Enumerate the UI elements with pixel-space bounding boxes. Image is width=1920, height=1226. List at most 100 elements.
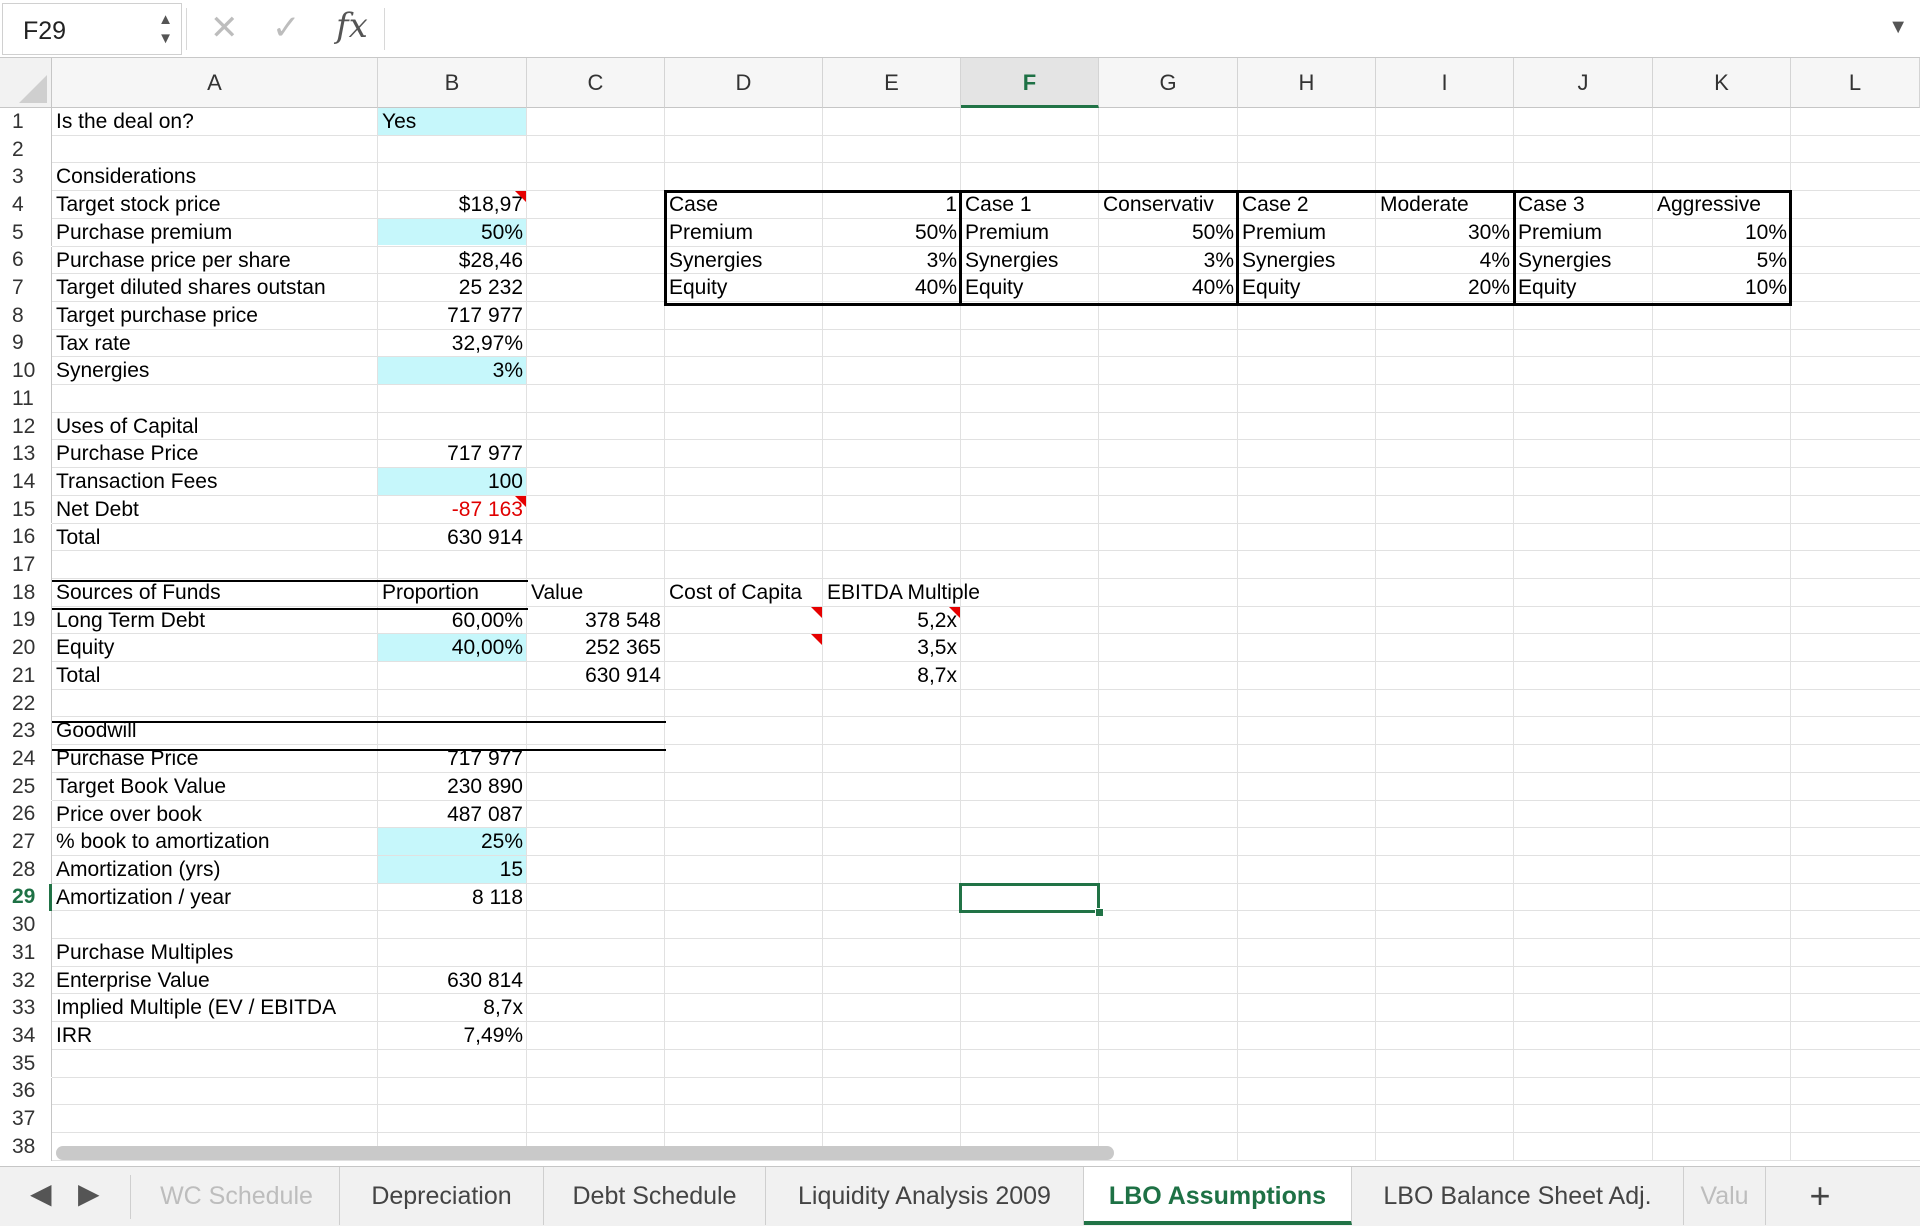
formula-input[interactable] [388, 6, 1868, 52]
cell-a34[interactable]: IRR [52, 1022, 378, 1050]
row-header-7[interactable]: 7 [0, 274, 52, 302]
cell-b19[interactable]: 60,00% [378, 607, 527, 635]
cell-c18[interactable]: Value [527, 579, 665, 607]
sheet-tab-6[interactable]: Valu [1684, 1167, 1766, 1225]
comment-indicator-icon[interactable] [811, 606, 822, 618]
selected-cell-f29[interactable] [959, 882, 1104, 918]
column-header-l[interactable]: L [1791, 58, 1920, 108]
sheet-tab-5[interactable]: LBO Balance Sheet Adj. [1352, 1167, 1684, 1225]
spreadsheet-grid[interactable]: ABCDEFGHIJKL 1 2 3 4 5 6 7 8 9 10 11 12 13 14 15 16 17 18… [0, 58, 1920, 1166]
cell-a5[interactable]: Purchase premium [52, 219, 378, 247]
row-header-11[interactable]: 11 [0, 385, 52, 413]
cell-b10[interactable]: 3% [378, 357, 527, 385]
row-header-10[interactable]: 10 [0, 357, 52, 385]
row-header-36[interactable]: 36 [0, 1077, 52, 1106]
row-header-8[interactable]: 8 [0, 301, 52, 330]
cell-d18[interactable]: Cost of Capita [665, 579, 823, 607]
cell-e19[interactable]: 5,2x [823, 607, 961, 635]
cell-a27[interactable]: % book to amortization [52, 828, 378, 856]
row-header-13[interactable]: 13 [0, 440, 52, 469]
cell-b14[interactable]: 100 [378, 468, 527, 496]
row-header-17[interactable]: 17 [0, 551, 52, 579]
insert-function-icon[interactable]: fx [336, 6, 368, 46]
cell-e18[interactable]: EBITDA Multiple [823, 579, 1099, 607]
row-header-20[interactable]: 20 [0, 634, 52, 662]
cell-e20[interactable]: 3,5x [823, 634, 961, 662]
row-header-18[interactable]: 18 [0, 578, 52, 607]
cell-a12[interactable]: Uses of Capital [52, 413, 378, 441]
row-header-21[interactable]: 21 [0, 662, 52, 690]
cell-c20[interactable]: 252 365 [527, 634, 665, 662]
cell-a4[interactable]: Target stock price [52, 191, 378, 219]
cell-b1[interactable]: Yes [378, 108, 527, 136]
row-header-19[interactable]: 19 [0, 606, 52, 635]
fill-handle[interactable] [1095, 908, 1104, 918]
cell-b32[interactable]: 630 814 [378, 967, 527, 995]
cell-a31[interactable]: Purchase Multiples [52, 939, 378, 967]
horizontal-scrollbar[interactable] [56, 1146, 1114, 1160]
cell-a19[interactable]: Long Term Debt [52, 607, 378, 635]
row-header-12[interactable]: 12 [0, 412, 52, 441]
cell-a18[interactable]: Sources of Funds [52, 579, 378, 607]
row-header-30[interactable]: 30 [0, 911, 52, 939]
cell-b34[interactable]: 7,49% [378, 1022, 527, 1050]
cell-a8[interactable]: Target purchase price [52, 302, 378, 330]
comment-indicator-icon[interactable] [811, 634, 822, 646]
cell-b33[interactable]: 8,7x [378, 994, 527, 1022]
cell-a33[interactable]: Implied Multiple (EV / EBITDA [52, 994, 378, 1022]
sheet-tab-4[interactable]: LBO Assumptions [1084, 1167, 1352, 1225]
sheet-tab-0[interactable]: WC Schedule [134, 1167, 340, 1225]
cell-a10[interactable]: Synergies [52, 357, 378, 385]
row-header-37[interactable]: 37 [0, 1105, 52, 1133]
cell-a1[interactable]: Is the deal on? [52, 108, 378, 136]
name-box[interactable]: F29 ▲ ▼ [2, 3, 182, 55]
sheet-tab-1[interactable]: Depreciation [340, 1167, 544, 1225]
row-header-25[interactable]: 25 [0, 772, 52, 801]
sheet-tab-3[interactable]: Liquidity Analysis 2009 [766, 1167, 1084, 1225]
cell-b20[interactable]: 40,00% [378, 634, 527, 662]
cell-b16[interactable]: 630 914 [378, 524, 527, 552]
column-header-g[interactable]: G [1099, 58, 1238, 108]
cell-b15[interactable]: -87 163 [378, 496, 527, 524]
cell-a15[interactable]: Net Debt [52, 496, 378, 524]
comment-indicator-icon[interactable] [515, 495, 526, 507]
sheet-tab-2[interactable]: Debt Schedule [544, 1167, 766, 1225]
row-header-29[interactable]: 29 [0, 883, 52, 912]
row-header-15[interactable]: 15 [0, 495, 52, 524]
cancel-icon[interactable]: ✕ [210, 8, 239, 48]
cell-b9[interactable]: 32,97% [378, 330, 527, 358]
cell-a29[interactable]: Amortization / year [52, 884, 378, 912]
cell-a25[interactable]: Target Book Value [52, 773, 378, 801]
row-header-38[interactable]: 38 [0, 1132, 52, 1161]
cell-b8[interactable]: 717 977 [378, 302, 527, 330]
cell-b28[interactable]: 15 [378, 856, 527, 884]
row-header-3[interactable]: 3 [0, 163, 52, 192]
cell-a26[interactable]: Price over book [52, 801, 378, 829]
cell-a13[interactable]: Purchase Price [52, 440, 378, 468]
row-header-32[interactable]: 32 [0, 966, 52, 995]
prev-sheet-icon[interactable]: ◀ [30, 1177, 52, 1210]
cell-a20[interactable]: Equity [52, 634, 378, 662]
row-header-31[interactable]: 31 [0, 939, 52, 967]
cell-b25[interactable]: 230 890 [378, 773, 527, 801]
cell-b4[interactable]: $18,97 [378, 191, 527, 219]
cell-b18[interactable]: Proportion [378, 579, 527, 607]
row-header-28[interactable]: 28 [0, 855, 52, 884]
comment-indicator-icon[interactable] [515, 191, 526, 203]
enter-icon[interactable]: ✓ [272, 8, 301, 48]
next-sheet-icon[interactable]: ▶ [78, 1177, 100, 1210]
row-header-14[interactable]: 14 [0, 468, 52, 496]
cell-a28[interactable]: Amortization (yrs) [52, 856, 378, 884]
row-header-26[interactable]: 26 [0, 800, 52, 829]
row-header-5[interactable]: 5 [0, 218, 52, 247]
column-header-k[interactable]: K [1653, 58, 1791, 108]
cell-b7[interactable]: 25 232 [378, 274, 527, 302]
cell-c19[interactable]: 378 548 [527, 607, 665, 635]
comment-indicator-icon[interactable] [949, 606, 960, 618]
cell-b27[interactable]: 25% [378, 828, 527, 856]
row-header-22[interactable]: 22 [0, 689, 52, 718]
row-header-24[interactable]: 24 [0, 745, 52, 773]
chevron-down-icon[interactable]: ▼ [1888, 16, 1908, 39]
stepper-up-icon[interactable]: ▲ [158, 10, 173, 29]
cell-a21[interactable]: Total [52, 662, 378, 690]
